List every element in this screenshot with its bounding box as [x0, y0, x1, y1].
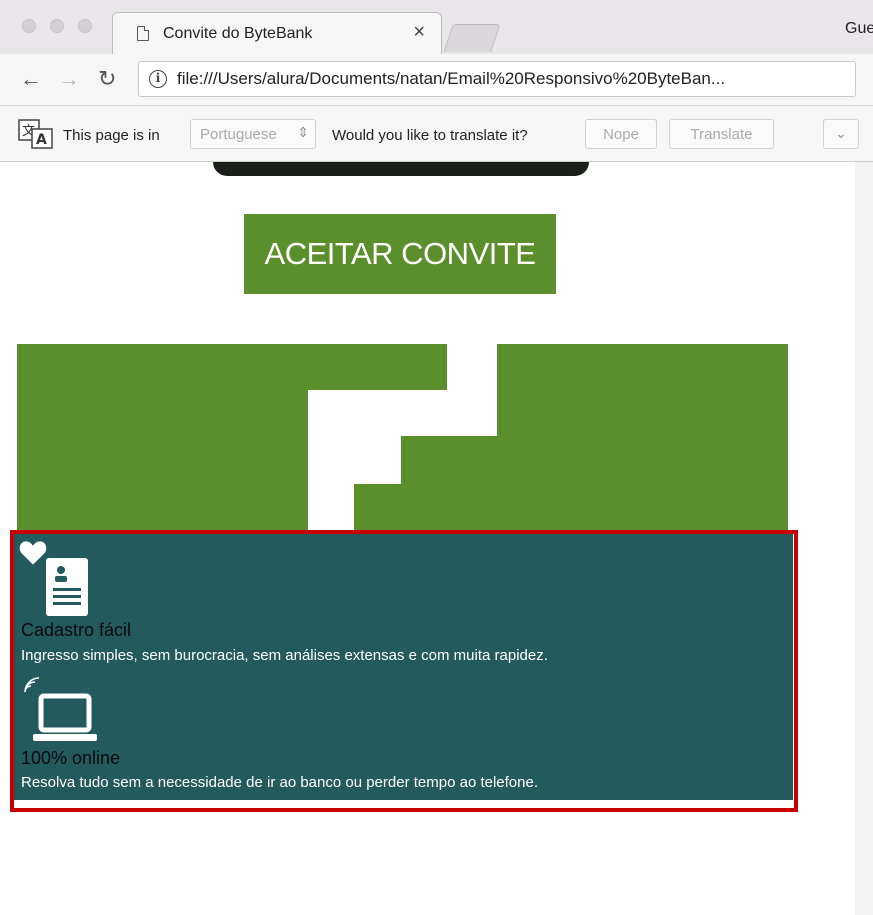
browser-tab[interactable]: Convite do ByteBank × — [112, 12, 442, 54]
tab-title: Convite do ByteBank — [163, 25, 313, 42]
translate-button[interactable]: Translate — [669, 119, 774, 149]
nope-button[interactable]: Nope — [585, 119, 657, 149]
url-text[interactable]: file:///Users/alura/Documents/natan/Emai… — [177, 69, 847, 89]
header-image-edge — [213, 162, 589, 176]
close-window-button[interactable] — [22, 19, 36, 33]
laptop-icon — [33, 693, 97, 741]
hero-pixel-banner — [17, 344, 788, 532]
feature-title: Cadastro fácil — [21, 620, 132, 640]
heart-icon — [19, 541, 47, 565]
language-select-value: Portuguese — [200, 126, 277, 143]
info-icon[interactable]: i — [149, 70, 167, 88]
translate-question: Would you like to translate it? — [332, 127, 528, 144]
translate-prefix: This page is in — [63, 127, 160, 144]
scrollbar-track[interactable] — [855, 162, 873, 915]
forward-arrow-icon[interactable]: → — [58, 66, 80, 92]
accept-invite-button[interactable]: ACEITAR CONVITE — [244, 214, 556, 294]
wifi-icon — [24, 677, 40, 693]
address-bar[interactable]: i file:///Users/alura/Documents/natan/Em… — [138, 61, 856, 97]
email-page: ACEITAR CONVITE Cadastro fácil Ingresso … — [0, 162, 873, 915]
feature-title: 100% online — [21, 748, 121, 768]
back-arrow-icon[interactable]: ← — [20, 66, 42, 92]
features-section: Cadastro fácil Ingresso simples, sem bur… — [13, 534, 793, 800]
browser-toolbar: ← → ↻ i file:///Users/alura/Documents/na… — [0, 54, 873, 106]
reload-icon[interactable]: ↻ — [98, 66, 116, 92]
translate-icon: 文 A — [18, 119, 53, 149]
language-select[interactable]: Portuguese ⇕ — [190, 119, 316, 149]
translate-bar: 文 A This page is in Portuguese ⇕ Would y… — [0, 106, 873, 162]
chevron-down-icon[interactable]: ⌄ — [823, 119, 859, 149]
select-arrows-icon: ⇕ — [297, 124, 309, 140]
minimize-window-button[interactable] — [50, 19, 64, 33]
new-tab-button[interactable] — [443, 24, 501, 52]
browser-titlebar: Convite do ByteBank × Gue — [0, 0, 873, 54]
profile-card-icon — [46, 558, 88, 616]
tab-close-icon[interactable]: × — [413, 21, 425, 44]
zoom-window-button[interactable] — [78, 19, 92, 33]
svg-text:A: A — [36, 132, 47, 148]
feature-description: Ingresso simples, sem burocracia, sem an… — [21, 647, 548, 664]
document-icon — [137, 26, 149, 41]
feature-description: Resolva tudo sem a necessidade de ir ao … — [21, 774, 539, 791]
profile-label[interactable]: Gue — [845, 20, 873, 38]
